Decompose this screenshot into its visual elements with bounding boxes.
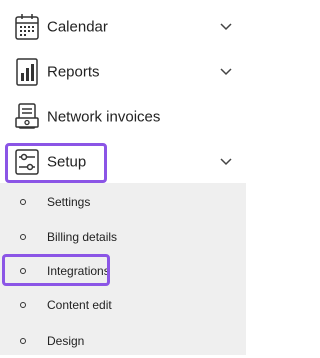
- reports-icon: [16, 58, 38, 86]
- nav-item-label: Reports: [47, 63, 100, 81]
- nav-item-label: Network invoices: [47, 108, 161, 126]
- sidebar-nav: Calendar Reports Network invoices Setup …: [0, 0, 246, 355]
- nav-item-network-invoices[interactable]: Network invoices: [0, 97, 246, 137]
- submenu-item-settings[interactable]: Settings: [0, 185, 246, 219]
- submenu-item-integrations[interactable]: Integrations: [0, 254, 246, 288]
- nav-item-setup[interactable]: Setup: [0, 142, 246, 182]
- submenu-item-content-edit[interactable]: Content edit: [0, 288, 246, 322]
- submenu-item-billing-details[interactable]: Billing details: [0, 220, 246, 254]
- bullet-icon: [20, 338, 26, 344]
- nav-item-label: Setup: [47, 153, 87, 171]
- nav-item-reports[interactable]: Reports: [0, 52, 246, 92]
- calendar-icon: [15, 14, 39, 40]
- submenu-item-label: Billing details: [47, 230, 118, 244]
- bullet-icon: [20, 302, 26, 308]
- nav-item-calendar[interactable]: Calendar: [0, 7, 246, 47]
- invoice-icon: [15, 103, 39, 129]
- bullet-icon: [20, 268, 26, 274]
- submenu-item-label: Design: [47, 334, 85, 348]
- chevron-down-icon[interactable]: [220, 23, 232, 31]
- setup-submenu: Settings Billing details Integrations Co…: [0, 183, 246, 355]
- chevron-down-icon[interactable]: [220, 158, 232, 166]
- chevron-down-icon[interactable]: [220, 68, 232, 76]
- submenu-item-design[interactable]: Design: [0, 324, 246, 358]
- bullet-icon: [20, 234, 26, 240]
- nav-item-label: Calendar: [47, 18, 108, 36]
- submenu-item-label: Settings: [47, 195, 91, 209]
- bullet-icon: [20, 199, 26, 205]
- sliders-icon: [15, 149, 39, 175]
- submenu-item-label: Content edit: [47, 298, 112, 312]
- submenu-item-label: Integrations: [47, 264, 110, 278]
